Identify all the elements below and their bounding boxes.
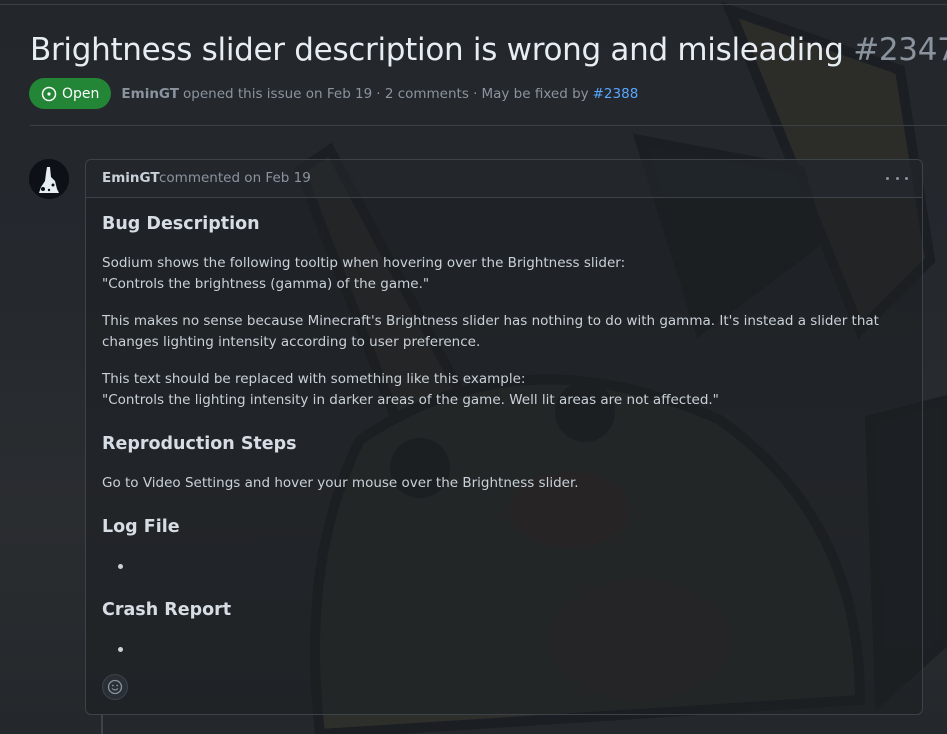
add-reaction-button[interactable] bbox=[102, 674, 128, 700]
comment-card: EminGT commented on Feb 19 Bug Descripti… bbox=[85, 159, 923, 715]
repro-paragraph: Go to Video Settings and hover your mous… bbox=[102, 475, 579, 491]
issue-page: Brightness slider description is wrong a… bbox=[0, 0, 947, 734]
status-badge: Open bbox=[29, 78, 112, 109]
bug-paragraph-3-line-2: "Controls the lighting intensity in dark… bbox=[102, 392, 719, 408]
top-divider bbox=[0, 4, 947, 5]
header-divider bbox=[30, 125, 947, 126]
bug-paragraph-2-line-1: This makes no sense because Minecraft's … bbox=[102, 313, 879, 329]
list-item bbox=[118, 647, 123, 652]
comments-count: · 2 comments · bbox=[376, 85, 478, 102]
heading-bug-description: Bug Description bbox=[102, 214, 260, 234]
issue-opened-icon bbox=[41, 86, 57, 102]
comment-author-link[interactable]: EminGT bbox=[102, 160, 160, 197]
linked-pr-link[interactable]: #2388 bbox=[593, 86, 639, 102]
kebab-horizontal-icon[interactable] bbox=[886, 170, 908, 186]
bug-paragraph-3-line-1: This text should be replaced with someth… bbox=[102, 371, 526, 387]
issue-meta: Open EminGT opened this issue on Feb 19 … bbox=[29, 78, 638, 109]
smiley-icon bbox=[107, 679, 123, 695]
bug-paragraph-1-line-1: Sodium shows the following tooltip when … bbox=[102, 255, 626, 271]
timeline-connector bbox=[101, 715, 103, 734]
avatar[interactable] bbox=[29, 159, 69, 199]
bug-paragraph-1-line-2: "Controls the brightness (gamma) of the … bbox=[102, 276, 430, 292]
bug-paragraph-2-line-2: changes lighting intensity according to … bbox=[102, 334, 481, 350]
fixed-by-text: May be fixed by bbox=[481, 85, 589, 102]
heading-reproduction-steps: Reproduction Steps bbox=[102, 434, 297, 454]
heading-crash-report: Crash Report bbox=[102, 600, 232, 620]
status-label: Open bbox=[62, 85, 100, 102]
comment-header: EminGT commented on Feb 19 bbox=[86, 160, 922, 198]
issue-author-link[interactable]: EminGT bbox=[121, 86, 179, 102]
list-item bbox=[118, 564, 123, 569]
issue-number: #2347 bbox=[853, 32, 947, 68]
heading-log-file: Log File bbox=[102, 517, 180, 537]
issue-title-row: Brightness slider description is wrong a… bbox=[30, 28, 947, 72]
opened-text: opened this issue on Feb 19 bbox=[183, 85, 373, 102]
issue-title: Brightness slider description is wrong a… bbox=[30, 32, 844, 68]
comment-timestamp[interactable]: commented on Feb 19 bbox=[159, 160, 311, 197]
